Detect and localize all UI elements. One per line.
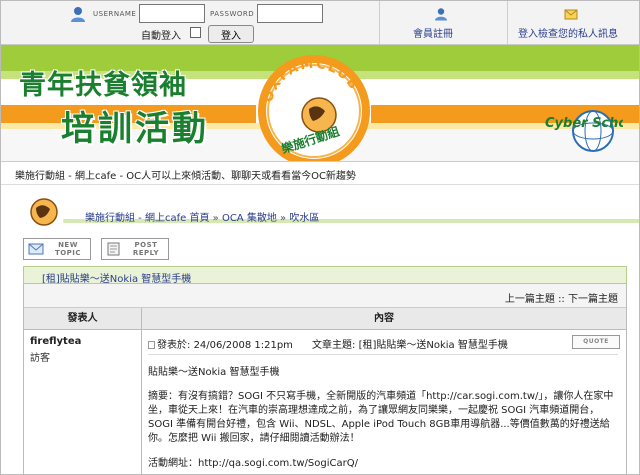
post-link-label: 活動網址： [148, 458, 198, 469]
breadcrumb-separator: » [212, 213, 219, 224]
auto-login-label: 自動登入 [141, 31, 181, 42]
post-reply-button[interactable]: POST REPLY [101, 238, 169, 260]
next-topic-link[interactable]: 下一篇主題 [568, 294, 618, 305]
post-body: 摘要：有沒有搞錯？SOGI 不只寫手機，全新開版的汽車頻道「http://car… [148, 391, 614, 444]
post-title: 貼貼樂～送Nokia 智慧型手機 [148, 367, 280, 378]
topic-nav-row: 上一篇主題 :: 下一篇主題 [24, 284, 626, 308]
post-reply-label-line1: POST [134, 241, 158, 249]
breadcrumb-separator: » [280, 213, 287, 224]
post-meta: 發表於: 24/06/2008 1:21pm 文章主題: [租]貼貼樂～送Nok… [148, 336, 508, 351]
private-messages-link[interactable]: 登入檢查您的私人訊息 [518, 25, 618, 40]
site-slogan-text: 樂施行動組 - 網上cafe - OC人可以上來傾活動、聊聊天或看看當今OC新趨… [15, 171, 356, 182]
breadcrumb: 樂施行動組 - 網上cafe 首頁 » OCA 集散地 » 吹水區 [85, 209, 319, 224]
cyber-school-text: Cyber School [545, 116, 623, 131]
author-column-header: 發表人 [24, 308, 142, 330]
password-input[interactable] [257, 4, 323, 23]
cyber-school-logo[interactable]: Cyber School [541, 101, 623, 159]
breadcrumb-subforum-link[interactable]: 吹水區 [289, 213, 319, 224]
prev-topic-link[interactable]: 上一篇主題 [505, 294, 555, 305]
post-link-line: 活動網址：http://qa.sogi.com.tw/SogiCarQ/ [148, 454, 358, 469]
breadcrumb-forum-link[interactable]: OCA 集散地 [222, 213, 277, 224]
new-topic-label: NEW TOPIC [48, 241, 88, 257]
post-content-cell: 發表於: 24/06/2008 1:21pm 文章主題: [租]貼貼樂～送Nok… [142, 330, 626, 474]
post-author-role: 訪客 [30, 353, 50, 364]
new-topic-label-line2: TOPIC [54, 249, 82, 257]
username-input[interactable] [139, 4, 205, 23]
topic-title-link[interactable]: [租]貼貼樂～送Nokia 智慧型手機 [42, 270, 191, 285]
new-topic-label-line1: NEW [58, 241, 78, 249]
message-icon [564, 9, 578, 20]
password-label: PASSWORD [210, 10, 255, 18]
site-slogan: 樂施行動組 - 網上cafe - OC人可以上來傾活動、聊聊天或看看當今OC新趨… [1, 161, 639, 185]
post-reply-label: POST REPLY [126, 241, 166, 257]
post-author-name: fireflytea [30, 336, 82, 347]
username-label: USERNAME [93, 10, 137, 18]
divider [379, 1, 380, 45]
divider [507, 1, 508, 45]
register-icon [435, 8, 447, 21]
quote-button[interactable]: QUOTE [572, 335, 620, 349]
topic-title-bar: [租]貼貼樂～送Nokia 智慧型手機 [23, 266, 627, 285]
table-header-row: 發表人 內容 [24, 308, 626, 330]
post-reply-label-line2: REPLY [132, 249, 160, 257]
posted-label: 發表於: [157, 340, 191, 351]
topic-nav-separator: :: [558, 294, 565, 305]
post-reply-icon [107, 242, 120, 256]
login-button[interactable]: 登入 [208, 25, 254, 43]
post-subject: [租]貼貼樂～送Nokia 智慧型手機 [358, 340, 508, 351]
banner-title-line1: 青年扶貧領袖 [19, 70, 187, 101]
post-table: 上一篇主題 :: 下一篇主題 發表人 內容 fireflytea 訪客 發表於:… [23, 284, 627, 474]
post-divider [148, 354, 618, 355]
content-column-header: 內容 [374, 313, 394, 324]
new-topic-icon [28, 243, 44, 255]
post-link-url[interactable]: http://qa.sogi.com.tw/SogiCarQ/ [198, 458, 358, 469]
auto-login-checkbox[interactable] [190, 27, 201, 38]
breadcrumb-home-link[interactable]: 樂施行動組 - 網上cafe 首頁 [85, 213, 209, 224]
post-icon [148, 341, 155, 349]
site-banner: 青年扶貧領袖 培訓活動 OXFAMCLUB 樂施行動組 Cyber School [1, 45, 639, 161]
topic-nav: 上一篇主題 :: 下一篇主題 [505, 290, 618, 305]
forum-logo-icon[interactable] [29, 197, 59, 227]
subject-label: 文章主題: [312, 340, 356, 351]
oxfam-club-logo[interactable]: OXFAMCLUB 樂施行動組 [251, 49, 377, 161]
posted-date: 24/06/2008 1:21pm [193, 340, 293, 351]
new-topic-button[interactable]: NEW TOPIC [23, 238, 91, 260]
post-author-cell: fireflytea 訪客 [24, 330, 142, 474]
register-link[interactable]: 會員註冊 [413, 25, 453, 40]
users-icon [71, 7, 85, 22]
page: USERNAME PASSWORD 自動登入 登入 會員註冊 登入檢查您的私人訊… [0, 0, 640, 475]
login-bar: USERNAME PASSWORD 自動登入 登入 會員註冊 登入檢查您的私人訊… [1, 1, 639, 45]
banner-title-line2: 培訓活動 [61, 109, 209, 149]
